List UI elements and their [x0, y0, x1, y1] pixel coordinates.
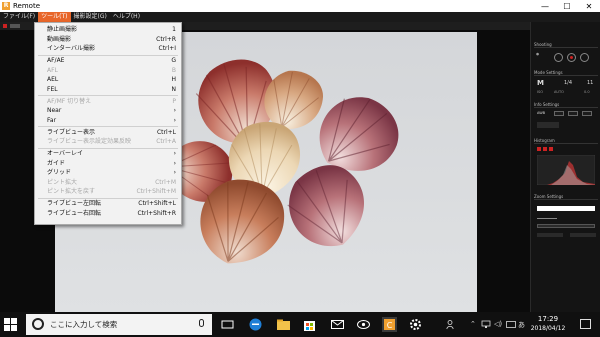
menu-item-still-capture[interactable]: 静止画撮影 1	[35, 25, 181, 35]
menu-item-live-view-display[interactable]: ライブビュー表示 Ctrl+L	[35, 128, 181, 138]
ev-value[interactable]: 0.0	[584, 90, 590, 94]
record-indicator-icon	[3, 23, 7, 28]
window-title: Remote	[13, 2, 41, 10]
menu-item-focus-magnify: ピント拡大 Ctrl+M	[47, 178, 176, 186]
people-icon[interactable]	[446, 319, 457, 330]
clock-time: 17:29	[537, 315, 559, 323]
microphone-icon[interactable]	[199, 319, 204, 327]
windows-taskbar: ここに入力して検索 C ⌃ ◁) あ 17:29 2018/04/12	[0, 312, 600, 337]
section-title-zoom: Zoom Settings	[534, 194, 598, 200]
menu-item-interval-capture[interactable]: インターバル撮影 Ctrl+I	[35, 44, 181, 54]
shutter-speed-value[interactable]: 1/4	[564, 80, 572, 86]
camera-chip-icon[interactable]	[10, 23, 20, 28]
volume-icon[interactable]: ◁)	[494, 320, 502, 328]
menu-item-live-view-apply-settings: ライブビュー表示設定効果反映 Ctrl+A	[47, 138, 176, 145]
mail-icon[interactable]	[330, 317, 345, 332]
keyboard-icon[interactable]	[506, 320, 516, 329]
zoom-line-1	[537, 218, 557, 219]
notifications-icon[interactable]	[580, 319, 591, 329]
af-button[interactable]	[554, 53, 563, 62]
section-title-mode: Mode Settings	[534, 70, 598, 76]
shooting-mode-label: ●	[536, 52, 540, 56]
info-box-2[interactable]	[568, 111, 578, 116]
mode-value[interactable]: M	[537, 79, 544, 87]
section-title-info: Info Settings	[534, 102, 598, 108]
menu-item-guide[interactable]: ガイド ›	[35, 159, 181, 169]
cortana-icon[interactable]	[32, 318, 44, 330]
menu-shooting-settings[interactable]: 撮影設定(G)	[71, 12, 110, 22]
clock-date: 2018/04/12	[530, 325, 566, 332]
tools-dropdown-menu: 静止画撮影 1 動画撮影 Ctrl+R インターバル撮影 Ctrl+I AF/AE G …	[34, 22, 182, 225]
histogram-graph	[537, 155, 595, 185]
green-channel-icon[interactable]	[543, 147, 547, 151]
section-title-histogram: Histogram	[534, 138, 598, 144]
shooting-section: Shooting ●	[534, 42, 598, 68]
menu-item-afl: AFL B	[47, 66, 176, 74]
menu-item-movie-capture[interactable]: 動画撮影 Ctrl+R	[35, 35, 181, 45]
iso-label: ISO	[537, 90, 544, 94]
zoom-field-right[interactable]	[570, 233, 596, 237]
task-view-icon[interactable]	[220, 317, 235, 332]
edge-icon[interactable]	[248, 317, 263, 332]
menu-item-fel[interactable]: FEL N	[35, 85, 181, 95]
window-controls: — ☐ ✕	[534, 0, 600, 12]
zoom-field-left[interactable]	[537, 233, 563, 237]
menu-item-af-mf-toggle: AF/MF 切り替え P	[47, 97, 176, 105]
menu-item-rotate-left[interactable]: ライブビュー左回転 Ctrl+Shift+L	[35, 199, 181, 209]
info-box-4[interactable]	[537, 122, 559, 128]
settings-icon[interactable]	[408, 317, 423, 332]
menu-item-grid[interactable]: グリッド ›	[35, 168, 181, 178]
tray-chevron-icon[interactable]: ⌃	[470, 320, 476, 328]
info-settings-section: Info Settings AWB	[534, 102, 598, 136]
menu-item-af-ae[interactable]: AF/AE G	[35, 56, 181, 66]
shutter-button[interactable]	[580, 53, 589, 62]
network-icon[interactable]	[481, 320, 491, 329]
photos-icon[interactable]	[356, 317, 371, 332]
histogram-section: Histogram	[534, 138, 598, 190]
menu-tools[interactable]: ツール(T)	[38, 12, 71, 22]
aperture-value[interactable]: 11	[587, 80, 593, 86]
section-title-shooting: Shooting	[534, 42, 598, 48]
ime-indicator[interactable]: あ	[518, 320, 525, 330]
record-button[interactable]	[567, 53, 576, 62]
taskbar-clock[interactable]: 17:29 2018/04/12	[526, 315, 570, 333]
menu-bar: ファイル(F) ツール(T) 撮影設定(G) ヘルプ(H)	[0, 12, 600, 22]
menu-item-far[interactable]: Far ›	[35, 116, 181, 126]
mode-settings-section: Mode Settings M 1/4 11 ISO AUTO 0.0	[534, 70, 598, 98]
remote-app-icon[interactable]: C	[382, 317, 397, 332]
search-placeholder: ここに入力して検索	[50, 320, 118, 329]
info-box-3[interactable]	[582, 111, 592, 116]
svg-text:C: C	[387, 321, 393, 330]
taskbar-search-box[interactable]: ここに入力して検索	[26, 314, 212, 335]
zoom-slider[interactable]	[537, 224, 595, 228]
iso-value[interactable]: AUTO	[554, 90, 564, 94]
remote-app-window: R Remote — ☐ ✕ ファイル(F) ツール(T) 撮影設定(G) ヘル…	[0, 0, 600, 337]
info-box-1[interactable]	[554, 111, 564, 116]
menu-help[interactable]: ヘルプ(H)	[110, 12, 143, 22]
menu-item-near[interactable]: Near ›	[35, 106, 181, 116]
blue-channel-icon[interactable]	[549, 147, 553, 151]
file-explorer-icon[interactable]	[276, 317, 291, 332]
menu-item-focus-magnify-reset: ピント拡大を戻す Ctrl+Shift+M	[47, 188, 176, 195]
close-button[interactable]: ✕	[578, 0, 600, 12]
app-logo: R	[2, 2, 10, 10]
menu-item-rotate-right[interactable]: ライブビュー右回転 Ctrl+Shift+R	[35, 209, 181, 219]
maximize-button[interactable]: ☐	[556, 0, 578, 12]
menu-item-overlay[interactable]: オーバーレイ ›	[35, 149, 181, 159]
menu-file[interactable]: ファイル(F)	[0, 12, 38, 22]
histogram-channel-buttons[interactable]	[537, 147, 595, 153]
store-icon[interactable]	[302, 317, 317, 332]
zoom-settings-section: Zoom Settings	[534, 194, 598, 244]
red-channel-icon[interactable]	[537, 147, 541, 151]
zoom-dropdown[interactable]	[537, 206, 595, 211]
title-bar: R Remote — ☐ ✕	[0, 0, 600, 12]
menu-item-ael[interactable]: AEL H	[35, 75, 181, 85]
windows-start-icon[interactable]	[4, 318, 17, 331]
minimize-button[interactable]: —	[534, 0, 556, 12]
wb-label[interactable]: AWB	[537, 111, 545, 115]
right-control-panel: Shooting ● Mode Settings M 1/4 11 ISO AU…	[530, 22, 600, 312]
